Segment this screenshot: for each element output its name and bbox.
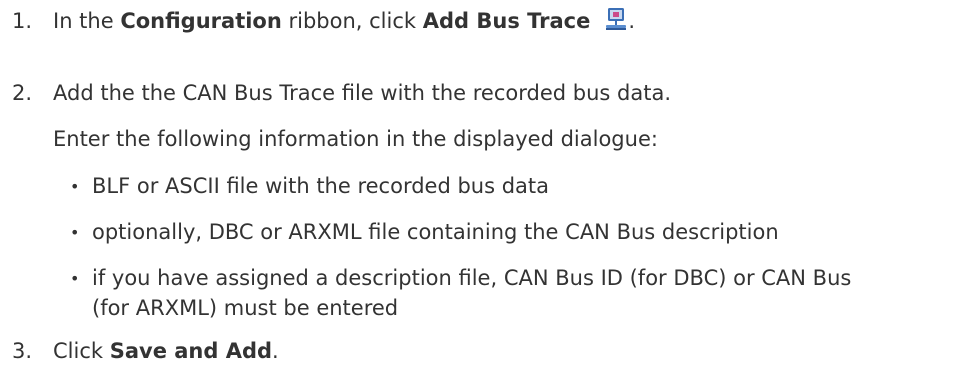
bus-trace-icon: [604, 7, 628, 31]
step-3-post: .: [272, 339, 279, 363]
add-bus-trace-label: Add Bus Trace: [422, 9, 591, 33]
bullet-text: if you have assigned a description file,…: [92, 266, 852, 290]
bullet-text: BLF or ASCII file with the recorded bus …: [92, 174, 550, 198]
save-and-add-label: Save and Add: [109, 339, 273, 363]
step-2-text: Add the the CAN Bus Trace file with the …: [53, 81, 672, 105]
bullet-dot-icon: •: [70, 223, 80, 242]
bullet-item: • optionally, DBC or ARXML file containi…: [70, 220, 779, 245]
step-1-pre: In the: [53, 9, 121, 33]
bullet-item: • BLF or ASCII file with the recorded bu…: [70, 174, 549, 199]
step-1-post: .: [628, 9, 636, 33]
step-3-pre: Click: [53, 339, 110, 363]
bullet-text: optionally, DBC or ARXML file containing…: [92, 220, 779, 244]
step-3-number: 3.: [12, 339, 33, 363]
bullet-dot-icon: •: [70, 177, 80, 196]
step-3-text: Click Save and Add .: [53, 339, 279, 363]
step-2-subtext: Enter the following information in the d…: [53, 127, 658, 151]
configuration-ribbon-label: Configuration: [120, 9, 282, 33]
bullet-dot-icon: •: [70, 269, 80, 288]
instruction-document: 1. In the Configuration ribbon, click Ad…: [0, 0, 956, 378]
step-1-mid: ribbon, click: [281, 9, 423, 33]
step-2-number: 2.: [12, 81, 33, 105]
step-1-text: In the Configuration ribbon, click Add B…: [53, 7, 636, 33]
bullet-continuation: (for ARXML) must be entered: [92, 296, 399, 320]
step-1-number: 1.: [12, 9, 33, 33]
bullet-item: • if you have assigned a description fil…: [70, 266, 851, 291]
